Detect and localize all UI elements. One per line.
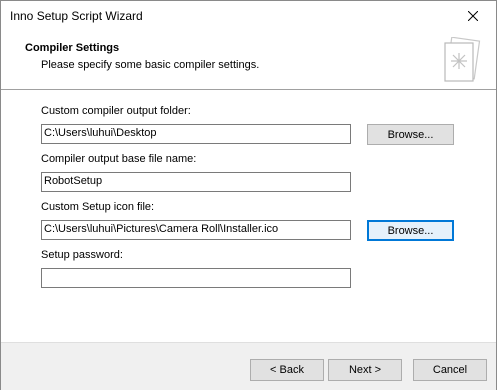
cancel-button[interactable]: Cancel bbox=[413, 359, 487, 381]
wizard-window: Inno Setup Script Wizard Compiler Settin… bbox=[0, 0, 497, 390]
close-icon bbox=[468, 11, 478, 21]
close-button[interactable] bbox=[450, 1, 496, 31]
output-folder-label: Custom compiler output folder: bbox=[41, 105, 191, 117]
base-name-input[interactable]: RobotSetup bbox=[41, 172, 351, 192]
title-bar: Inno Setup Script Wizard bbox=[1, 1, 496, 31]
window-title: Inno Setup Script Wizard bbox=[10, 9, 143, 23]
wizard-body: Custom compiler output folder: C:\Users\… bbox=[1, 90, 496, 342]
page-title: Compiler Settings bbox=[25, 42, 120, 54]
output-folder-input[interactable]: C:\Users\luhui\Desktop bbox=[41, 124, 351, 144]
wizard-header: Compiler Settings Please specify some ba… bbox=[1, 31, 496, 90]
page-subtitle: Please specify some basic compiler setti… bbox=[41, 59, 260, 71]
next-button[interactable]: Next > bbox=[328, 359, 402, 381]
icon-file-input[interactable]: C:\Users\luhui\Pictures\Camera Roll\Inst… bbox=[41, 220, 351, 240]
output-folder-browse-button[interactable]: Browse... bbox=[367, 124, 454, 145]
back-button[interactable]: < Back bbox=[250, 359, 324, 381]
document-star-icon bbox=[444, 37, 481, 82]
password-label: Setup password: bbox=[41, 249, 123, 261]
icon-file-browse-button[interactable]: Browse... bbox=[367, 220, 454, 241]
icon-file-label: Custom Setup icon file: bbox=[41, 201, 155, 213]
wizard-footer: < Back Next > Cancel bbox=[1, 342, 496, 390]
base-name-label: Compiler output base file name: bbox=[41, 153, 197, 165]
password-input[interactable] bbox=[41, 268, 351, 288]
